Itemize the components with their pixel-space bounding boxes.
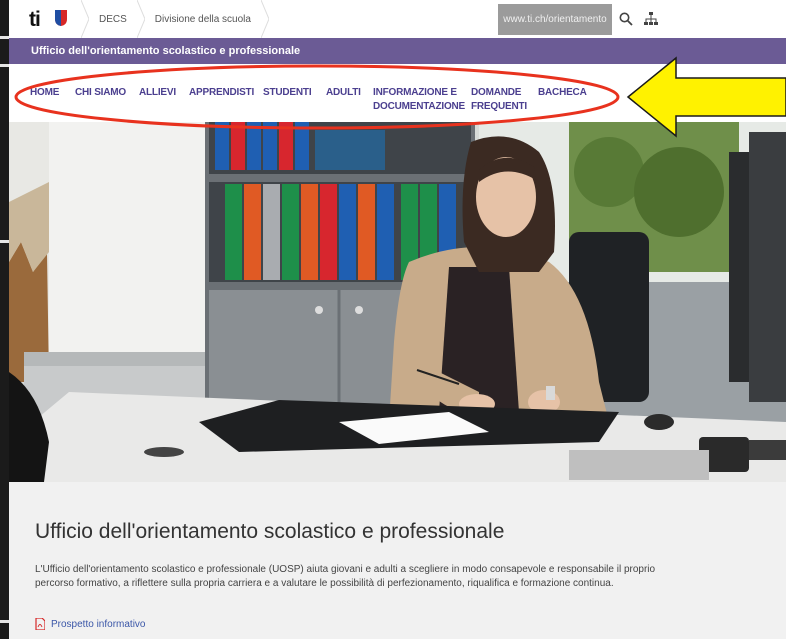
breadcrumb: DECS Divisione della scuola: [81, 0, 269, 38]
left-dark-edge: [0, 0, 9, 639]
section-title-bar[interactable]: Ufficio dell'orientamento scolastico e p…: [9, 38, 786, 64]
nav-item-studenti[interactable]: STUDENTI: [263, 86, 312, 100]
hero-photo-illustration: [9, 122, 786, 482]
ti-logo[interactable]: ti: [29, 8, 41, 32]
breadcrumb-decs[interactable]: DECS: [89, 0, 137, 38]
nav-item-apprendisti[interactable]: APPRENDISTI: [189, 86, 254, 100]
top-bar: ti DECS Divisione della scuola www.ti.ch…: [9, 0, 786, 39]
search-icon[interactable]: [615, 8, 637, 30]
nav-item-label-line: FREQUENTI: [471, 101, 527, 112]
intro-section: Ufficio dell'orientamento scolastico e p…: [9, 482, 786, 639]
sitemap-icon[interactable]: [640, 8, 662, 30]
nav-item-chi-siamo[interactable]: CHI SIAMO: [75, 86, 126, 100]
prospetto-link-label: Prospetto informativo: [51, 618, 146, 630]
prospetto-link[interactable]: Prospetto informativo: [35, 618, 146, 630]
pdf-icon: [35, 618, 45, 630]
nav-item-label-line: DOMANDE: [471, 87, 522, 98]
webpage: ti DECS Divisione della scuola www.ti.ch…: [9, 0, 786, 639]
main-navigation: HOME CHI SIAMO ALLIEVI APPRENDISTI STUDE…: [9, 64, 786, 122]
nav-item-allievi[interactable]: ALLIEVI: [139, 86, 176, 100]
intro-paragraph: L'Ufficio dell'orientamento scolastico e…: [35, 564, 656, 589]
canton-shield-icon: [55, 10, 67, 26]
nav-item-domande-frequenti[interactable]: DOMANDE FREQUENTI: [471, 86, 527, 114]
nav-item-adulti[interactable]: ADULTI: [326, 86, 361, 100]
nav-item-bacheca[interactable]: BACHECA: [538, 86, 587, 100]
hero-photo: [9, 122, 786, 482]
nav-item-label-line: INFORMAZIONE E: [373, 87, 457, 98]
nav-item-home[interactable]: HOME: [30, 86, 59, 100]
breadcrumb-separator: [260, 0, 269, 38]
url-badge[interactable]: www.ti.ch/orientamento: [498, 4, 612, 35]
nav-item-label-line: DOCUMENTAZIONE: [373, 101, 466, 112]
page-heading: Ufficio dell'orientamento scolastico e p…: [35, 520, 505, 543]
breadcrumb-separator: [81, 0, 89, 38]
breadcrumb-separator: [136, 0, 145, 38]
breadcrumb-divisione-scuola[interactable]: Divisione della scuola: [145, 0, 261, 38]
nav-item-informazione-documentazione[interactable]: INFORMAZIONE E DOCUMENTAZIONE: [373, 86, 465, 114]
